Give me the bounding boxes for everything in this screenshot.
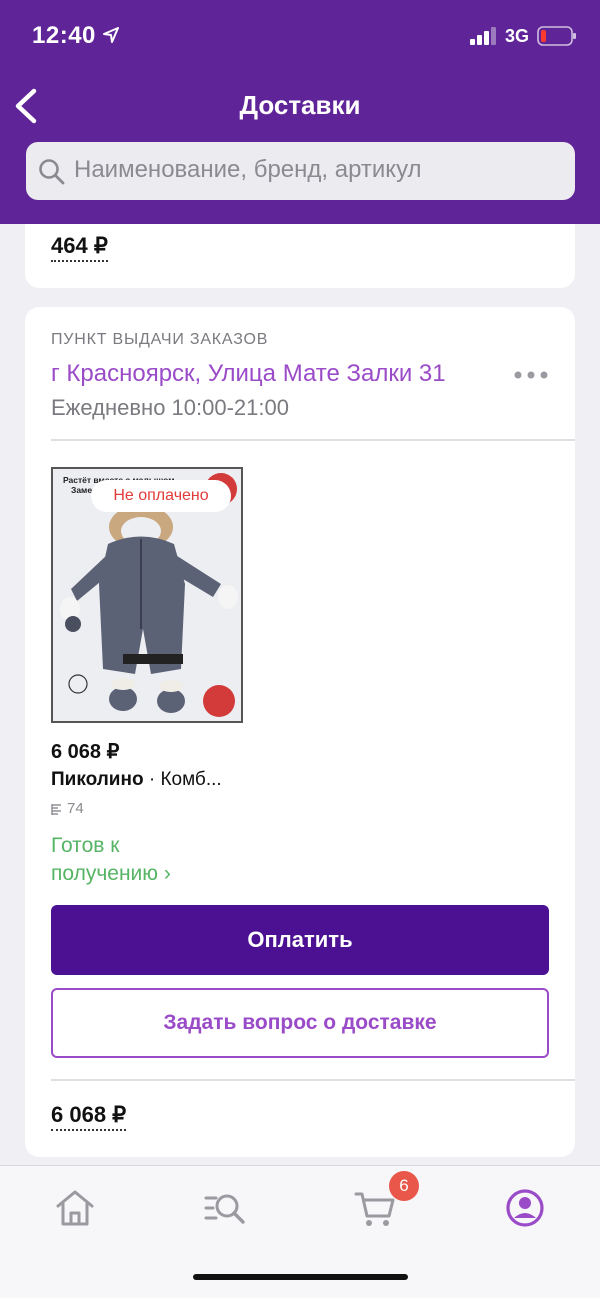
tab-bar: 6: [0, 1165, 600, 1298]
search-placeholder: Наименование, бренд, артикул: [74, 156, 422, 183]
catalog-search-icon[interactable]: [203, 1186, 247, 1230]
size-ruler-icon: [51, 803, 61, 815]
profile-icon[interactable]: [503, 1186, 547, 1230]
pickup-hours: Ежедневно 10:00-21:00: [51, 395, 289, 420]
battery-icon: [537, 26, 576, 46]
order-status-line2: получению ›: [51, 862, 171, 885]
product-price: 6 068 ₽: [51, 741, 120, 763]
search-icon: [39, 159, 65, 185]
product-brand: Пиколино: [51, 769, 144, 790]
pickup-address[interactable]: г Красноярск, Улица Мате Залки 31: [51, 360, 446, 388]
more-options-icon[interactable]: [513, 369, 549, 381]
unpaid-badge: Не оплачено: [91, 480, 231, 512]
status-bar: 12:40 3G: [0, 0, 600, 70]
pay-button[interactable]: Оплатить: [51, 905, 549, 975]
size-value: 74: [67, 800, 84, 817]
previous-card-total[interactable]: 464 ₽: [51, 233, 108, 262]
home-indicator[interactable]: [193, 1274, 408, 1280]
ask-delivery-question-button[interactable]: Задать вопрос о доставке: [51, 988, 549, 1058]
product-size: 74: [51, 800, 84, 817]
product-name[interactable]: Пиколино · Комб...: [51, 769, 222, 791]
cart-count-badge: 6: [389, 1171, 419, 1201]
location-arrow-icon: [103, 27, 119, 43]
order-status-link[interactable]: Готов к получению ›: [51, 832, 251, 888]
pickup-point-label: ПУНКТ ВЫДАЧИ ЗАКАЗОВ: [51, 331, 269, 348]
order-status-line1: Готов к: [51, 834, 120, 857]
page-title: Доставки: [239, 90, 361, 120]
divider: [51, 1079, 575, 1081]
status-time: 12:40: [32, 22, 96, 49]
search-input[interactable]: Наименование, бренд, артикул: [26, 142, 575, 200]
signal-icon: [470, 27, 496, 45]
delivery-card: ПУНКТ ВЫДАЧИ ЗАКАЗОВ г Красноярск, Улица…: [25, 307, 575, 1157]
network-type: 3G: [505, 26, 530, 46]
product-title: · Комб...: [143, 769, 222, 790]
home-icon[interactable]: [53, 1186, 97, 1230]
divider: [51, 439, 575, 441]
header: 12:40 3G Доставки Наименование, бренд, а…: [0, 0, 600, 224]
delivery-total[interactable]: 6 068 ₽: [51, 1102, 127, 1131]
